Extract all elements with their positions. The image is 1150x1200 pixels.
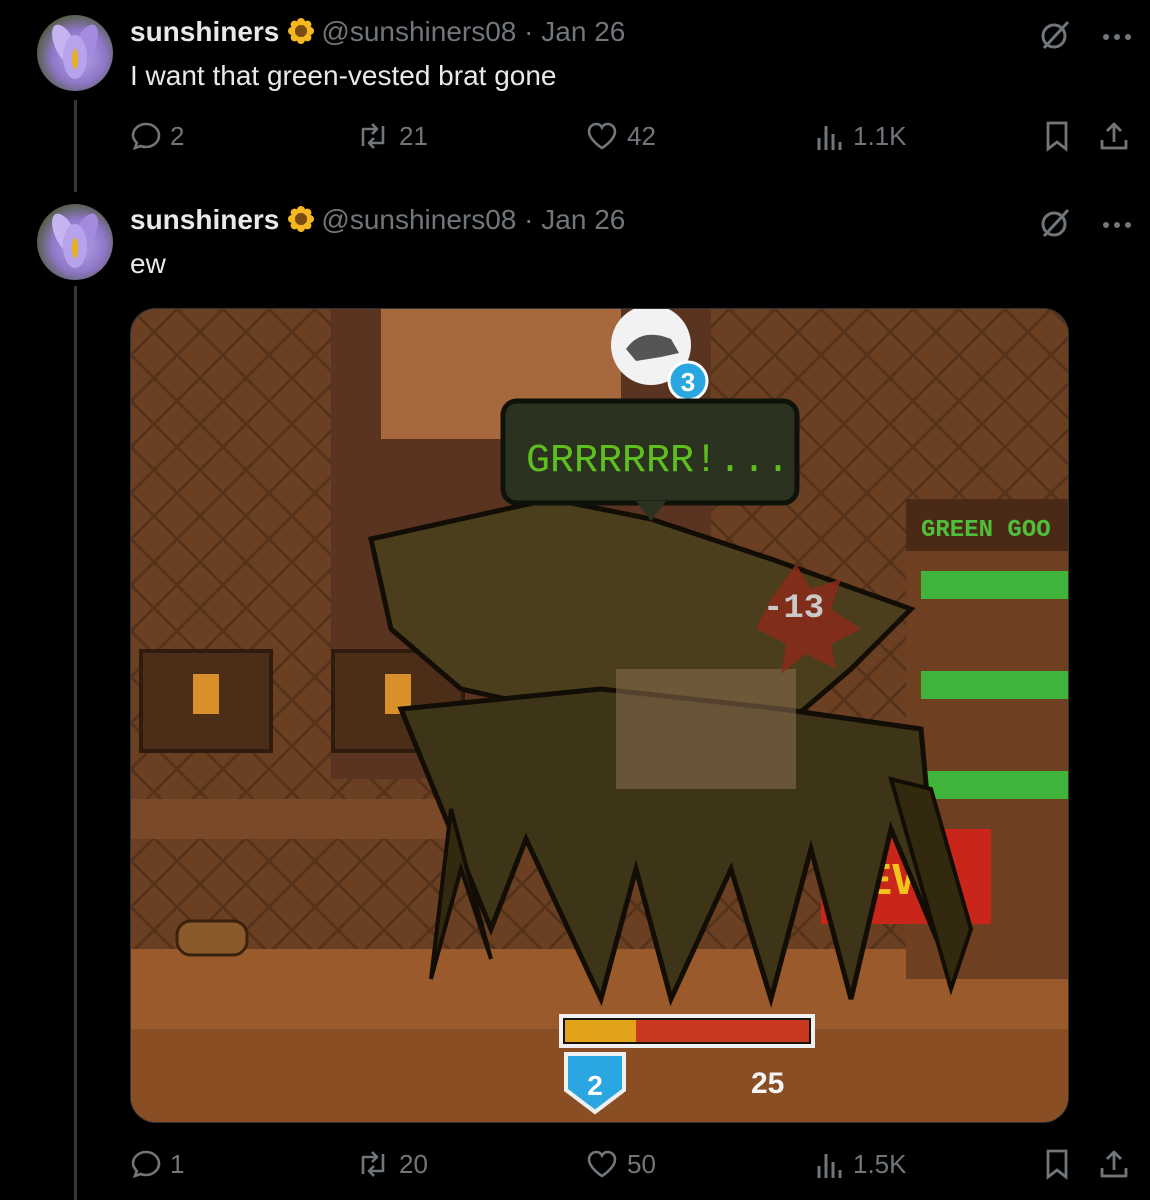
avatar[interactable] [37, 204, 113, 280]
shield-ghost [616, 669, 796, 789]
avatar[interactable] [37, 15, 113, 91]
grok-icon[interactable] [1038, 18, 1072, 57]
separator-dot: · [524, 204, 534, 235]
like-button[interactable]: 50 [585, 1148, 656, 1180]
display-name[interactable]: sunshiners [130, 204, 279, 235]
store-sign-text: GREEN GOO [921, 517, 1051, 544]
shelf-goods-1 [921, 571, 1068, 599]
repost-button[interactable]: 20 [355, 1148, 428, 1180]
user-handle[interactable]: @sunshiners08 [321, 204, 516, 235]
views-icon [815, 1148, 845, 1180]
action-bar: 2 21 42 1.1K [130, 120, 1132, 160]
bookmark-button[interactable] [1042, 1148, 1072, 1180]
post-date[interactable]: Jan 26 [541, 204, 625, 235]
reply-count: 2 [170, 120, 185, 151]
share-button[interactable] [1098, 120, 1130, 152]
post-date[interactable]: Jan 26 [541, 16, 625, 47]
tweet-text: I want that green-vested brat gone [130, 60, 557, 91]
views-count: 1.5K [853, 1148, 907, 1179]
more-icon[interactable] [1102, 217, 1132, 235]
user-handle[interactable]: @sunshiners08 [321, 16, 516, 47]
reply-count: 1 [170, 1148, 185, 1179]
bookmark-icon [1042, 1148, 1072, 1180]
tweet-2[interactable]: sunshiners @sunshiners08 · Jan 26 ew GRE… [0, 190, 1150, 1200]
speech-bubble-text: GRRRRRR!... [526, 439, 790, 484]
tweet-text: ew [130, 248, 166, 279]
repost-icon [355, 1148, 391, 1180]
bookmark-icon [1042, 120, 1072, 152]
bookmark-button[interactable] [1042, 120, 1072, 152]
like-count: 42 [627, 120, 656, 151]
views-button[interactable]: 1.1K [815, 120, 907, 152]
hp-value: 25 [751, 1067, 784, 1100]
repost-count: 21 [399, 120, 428, 151]
repost-count: 20 [399, 1148, 428, 1179]
like-icon [585, 1148, 619, 1180]
poster-figure-left [193, 674, 219, 714]
reply-button[interactable]: 1 [130, 1148, 184, 1180]
sunflower-icon [287, 205, 315, 240]
views-button[interactable]: 1.5K [815, 1148, 907, 1180]
more-icon[interactable] [1102, 29, 1132, 47]
shelf-goods-2 [921, 671, 1068, 699]
tweet-top-icons [1038, 18, 1132, 57]
reply-icon [130, 120, 162, 152]
like-button[interactable]: 42 [585, 120, 656, 152]
views-count: 1.1K [853, 120, 907, 151]
emote-badge-count: 3 [681, 367, 695, 397]
views-icon [815, 120, 845, 152]
damage-number: -13 [763, 590, 824, 628]
share-icon [1098, 120, 1130, 152]
share-button[interactable] [1098, 1148, 1130, 1180]
reply-button[interactable]: 2 [130, 120, 184, 152]
shelf-goods-3 [921, 771, 1068, 799]
tweet-header: sunshiners @sunshiners08 · Jan 26 [130, 16, 625, 52]
display-name[interactable]: sunshiners [130, 16, 279, 47]
action-bar: 1 20 50 1.5K [130, 1148, 1132, 1188]
shield-level: 2 [587, 1070, 603, 1101]
health-bar-remaining [636, 1020, 809, 1042]
tweet-header: sunshiners @sunshiners08 · Jan 26 [130, 204, 625, 240]
reply-icon [130, 1148, 162, 1180]
like-icon [585, 120, 619, 152]
tweet-top-icons [1038, 206, 1132, 245]
sunflower-icon [287, 17, 315, 52]
fallen-can [175, 919, 249, 957]
tweet-1[interactable]: sunshiners @sunshiners08 · Jan 26 I want … [0, 0, 1150, 190]
like-count: 50 [627, 1148, 656, 1179]
tweet-media-image[interactable]: GREEN GOO NEW! -13 3 GRRRRRR!... 2 25 [130, 308, 1069, 1123]
separator-dot: · [524, 16, 534, 47]
repost-icon [355, 120, 391, 152]
share-icon [1098, 1148, 1130, 1180]
health-bar-fill [565, 1020, 636, 1042]
grok-icon[interactable] [1038, 206, 1072, 245]
repost-button[interactable]: 21 [355, 120, 428, 152]
